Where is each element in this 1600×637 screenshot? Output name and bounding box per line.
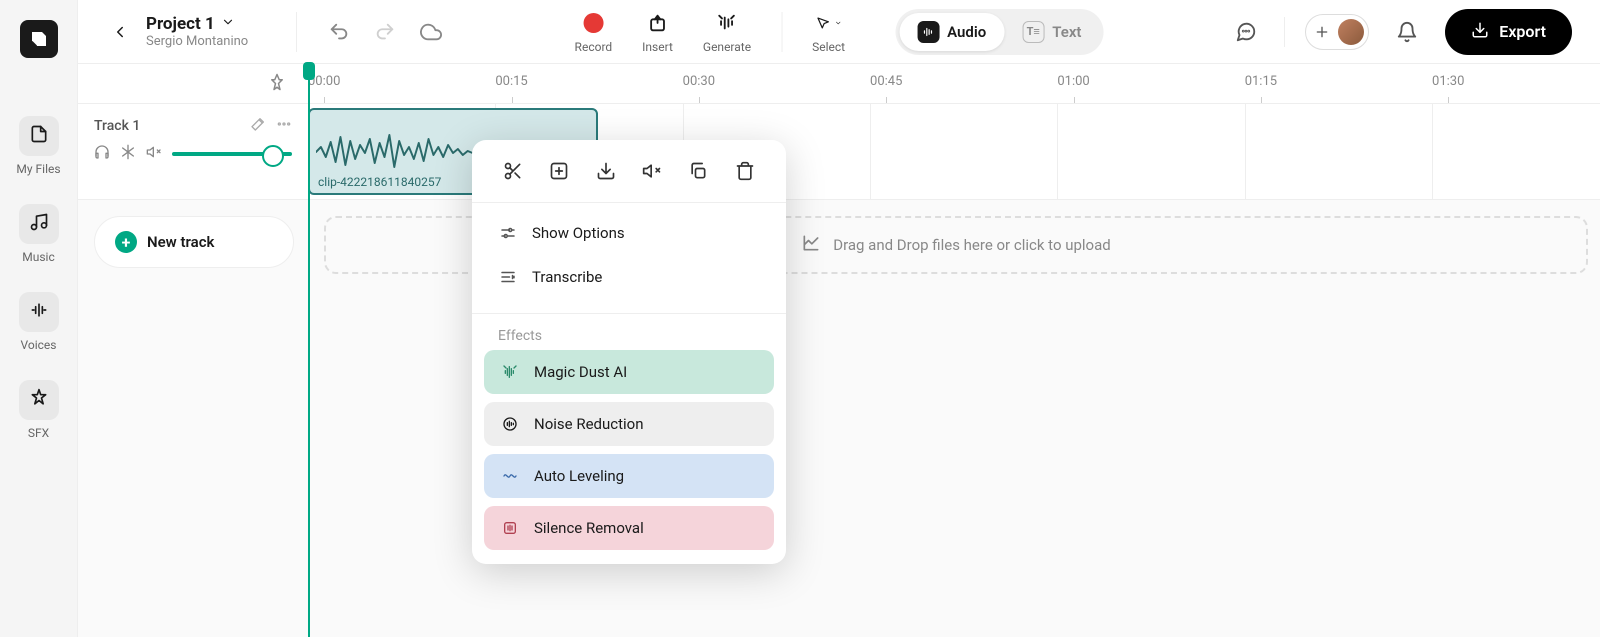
sidebar-item-sfx[interactable]: SFX <box>19 380 59 440</box>
project-title[interactable]: Project 1 <box>146 14 248 34</box>
redo-button[interactable] <box>371 18 399 46</box>
sidebar-label: My Files <box>16 162 60 176</box>
undo-button[interactable] <box>325 18 353 46</box>
tick: 00:45 <box>870 74 902 89</box>
back-button[interactable] <box>106 18 134 46</box>
level-icon <box>500 466 520 486</box>
project-user: Sergio Montanino <box>146 34 248 49</box>
volume-slider[interactable] <box>172 152 292 156</box>
new-track-label: New track <box>147 233 214 251</box>
mode-audio-button[interactable]: Audio <box>899 13 1004 51</box>
sidebar-label: SFX <box>28 426 49 440</box>
share-users[interactable] <box>1305 14 1369 50</box>
export-button[interactable]: Export <box>1445 9 1572 55</box>
menu-item-label: Show Options <box>532 224 625 242</box>
text-mode-icon: T≡ <box>1022 21 1044 43</box>
sidebar-label: Voices <box>21 338 57 352</box>
select-tool-button[interactable]: Select <box>812 10 845 54</box>
tick: 01:00 <box>1057 74 1089 89</box>
delete-button[interactable] <box>730 156 760 186</box>
transcribe-icon <box>498 267 518 287</box>
silence-icon <box>500 518 520 538</box>
mode-label: Audio <box>947 23 986 41</box>
insert-icon <box>645 10 671 36</box>
tool-label: Insert <box>642 40 673 54</box>
new-track-button[interactable]: + New track <box>94 216 294 268</box>
cloud-sync-button[interactable] <box>417 18 445 46</box>
mode-label: Text <box>1052 23 1081 41</box>
show-options-item[interactable]: Show Options <box>472 211 786 255</box>
download-clip-button[interactable] <box>591 156 621 186</box>
add-user-icon <box>1310 20 1334 44</box>
record-icon <box>583 13 603 33</box>
fx-magic-dust[interactable]: Magic Dust AI <box>484 350 774 394</box>
fx-silence-removal[interactable]: Silence Removal <box>484 506 774 550</box>
fx-auto-leveling[interactable]: Auto Leveling <box>484 454 774 498</box>
sliders-icon <box>498 223 518 243</box>
generate-icon <box>714 10 740 36</box>
chevron-down-icon <box>221 14 235 34</box>
mute-icon[interactable] <box>146 144 162 164</box>
file-icon <box>29 124 49 148</box>
mute-clip-button[interactable] <box>637 156 667 186</box>
download-icon <box>1471 21 1489 43</box>
sfx-icon <box>29 388 49 412</box>
fx-label: Noise Reduction <box>534 415 644 433</box>
sidebar-item-music[interactable]: Music <box>19 204 59 264</box>
fx-noise-reduction[interactable]: Noise Reduction <box>484 402 774 446</box>
snowflake-icon[interactable] <box>120 144 136 164</box>
pin-icon[interactable] <box>268 73 290 95</box>
tick: 00:30 <box>683 74 715 89</box>
playhead[interactable] <box>308 64 310 637</box>
mode-text-button[interactable]: T≡ Text <box>1004 13 1099 51</box>
effects-section-label: Effects <box>472 313 786 350</box>
cut-button[interactable] <box>498 156 528 186</box>
clip-label: clip-422218611840257 <box>318 175 441 189</box>
record-button[interactable]: Record <box>575 10 613 54</box>
menu-item-label: Transcribe <box>532 268 602 286</box>
project-title-text: Project 1 <box>146 14 215 34</box>
headphone-icon[interactable] <box>94 144 110 164</box>
sidebar-item-my-files[interactable]: My Files <box>16 116 60 176</box>
tick: 01:30 <box>1432 74 1464 89</box>
add-button[interactable] <box>544 156 574 186</box>
audio-mode-icon <box>917 21 939 43</box>
insert-button[interactable]: Insert <box>642 10 673 54</box>
comments-button[interactable] <box>1228 14 1264 50</box>
plus-icon: + <box>115 231 137 253</box>
timeline-ruler[interactable]: 00:00 00:15 00:30 00:45 01:00 01:15 01:3… <box>308 64 1600 103</box>
export-label: Export <box>1499 22 1546 41</box>
sidebar-item-voices[interactable]: Voices <box>19 292 59 352</box>
magic-wand-icon[interactable] <box>250 116 266 136</box>
app-logo[interactable] <box>20 20 58 58</box>
user-avatar <box>1338 19 1364 45</box>
tick: 00:15 <box>495 74 527 89</box>
duplicate-button[interactable] <box>683 156 713 186</box>
music-icon <box>29 212 49 236</box>
context-menu: Show Options Transcribe Effects Magic Du… <box>472 140 786 564</box>
sparkle-icon <box>500 362 520 382</box>
tool-label: Generate <box>703 40 751 54</box>
fx-label: Auto Leveling <box>534 467 624 485</box>
chevron-down-icon <box>834 18 841 28</box>
tool-label: Select <box>812 40 845 54</box>
fx-label: Silence Removal <box>534 519 644 537</box>
track-header: Track 1 <box>78 104 308 199</box>
upload-icon <box>801 233 821 257</box>
sidebar-label: Music <box>22 250 54 264</box>
track-name[interactable]: Track 1 <box>94 118 140 134</box>
voice-icon <box>29 300 49 324</box>
noise-icon <box>500 414 520 434</box>
generate-button[interactable]: Generate <box>703 10 751 54</box>
tick: 01:15 <box>1245 74 1277 89</box>
transcribe-item[interactable]: Transcribe <box>472 255 786 299</box>
fx-label: Magic Dust AI <box>534 363 627 381</box>
dropzone-text: Drag and Drop files here or click to upl… <box>833 236 1110 254</box>
notifications-button[interactable] <box>1389 14 1425 50</box>
cursor-icon <box>816 10 842 36</box>
more-icon[interactable] <box>276 116 292 136</box>
tool-label: Record <box>575 40 613 54</box>
